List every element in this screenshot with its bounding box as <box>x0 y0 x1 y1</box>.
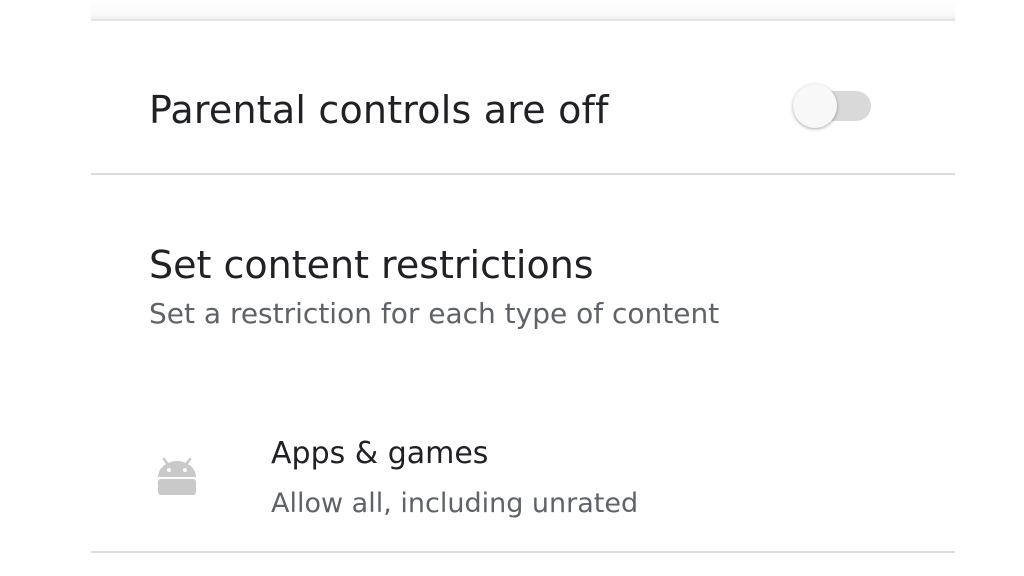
parental-controls-switch[interactable] <box>793 82 873 130</box>
bottom-divider <box>91 551 955 553</box>
android-icon <box>155 453 199 497</box>
section-divider <box>91 173 955 175</box>
parental-controls-screen: Parental controls are off Set content re… <box>0 0 1024 576</box>
content-restrictions-section: Set content restrictions Set a restricti… <box>91 176 955 552</box>
list-item-title: Apps & games <box>271 436 489 471</box>
list-item-subtitle: Allow all, including unrated <box>271 488 639 519</box>
content-restrictions-subtitle: Set a restriction for each type of conte… <box>149 297 720 330</box>
parental-controls-row[interactable]: Parental controls are off <box>91 22 955 174</box>
switch-thumb <box>793 84 837 128</box>
top-card-edge <box>91 0 955 20</box>
content-restrictions-title: Set content restrictions <box>149 243 594 287</box>
list-item-apps-games[interactable]: Apps & games Allow all, including unrate… <box>91 426 955 536</box>
top-divider <box>91 19 955 21</box>
parental-controls-label: Parental controls are off <box>149 88 609 132</box>
